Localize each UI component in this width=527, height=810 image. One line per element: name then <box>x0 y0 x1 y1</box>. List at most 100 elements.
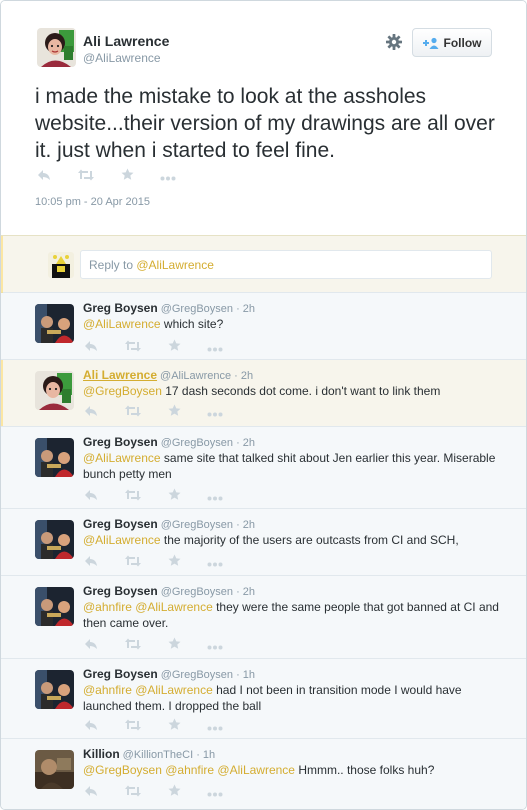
reply-actions <box>84 554 249 572</box>
retweet-icon[interactable] <box>124 718 142 736</box>
retweet-icon[interactable] <box>124 488 142 506</box>
reply-body: Hmmm.. those folks huh? <box>294 763 435 777</box>
reply-author-handle[interactable]: @GregBoysen <box>161 586 233 598</box>
reply-author-handle[interactable]: @GregBoysen <box>161 669 233 681</box>
reply-author-handle[interactable]: @GregBoysen <box>161 519 233 531</box>
main-tweet: Ali Lawrence @AliLawrence Follow i made … <box>1 1 526 235</box>
avatar[interactable] <box>35 750 74 789</box>
reply-icon[interactable] <box>84 718 98 736</box>
more-icon[interactable] <box>207 637 223 655</box>
reply-header: Ali Lawrence @AliLawrence · 2h <box>83 368 253 382</box>
reply-actions <box>84 404 249 422</box>
timestamp[interactable]: 10:05 pm - 20 Apr 2015 <box>35 196 150 208</box>
reply-icon[interactable] <box>37 168 51 186</box>
separator: · <box>193 749 203 761</box>
reply-text: @GregBoysen @ahnfire @AliLawrence Hmmm..… <box>83 762 503 778</box>
gear-icon[interactable] <box>385 33 403 51</box>
reply-mentions[interactable]: @AliLawrence <box>83 533 161 547</box>
separator: · <box>233 303 243 315</box>
reply-actions <box>84 784 249 802</box>
retweet-icon[interactable] <box>77 168 95 186</box>
reply-icon[interactable] <box>84 637 98 655</box>
replies-list: Greg Boysen @GregBoysen · 2h @AliLawrence… <box>1 293 526 809</box>
retweet-icon[interactable] <box>124 637 142 655</box>
author-name[interactable]: Ali Lawrence <box>83 33 169 49</box>
reply-author-name[interactable]: Greg Boysen <box>83 667 158 681</box>
reply-author-name[interactable]: Greg Boysen <box>83 584 158 598</box>
avatar[interactable] <box>35 520 74 559</box>
avatar[interactable] <box>37 28 76 67</box>
reply-mentions[interactable]: @ahnfire @AliLawrence <box>83 600 213 614</box>
reply-author-name[interactable]: Greg Boysen <box>83 435 158 449</box>
reply-time[interactable]: 2h <box>243 519 255 531</box>
favorite-icon[interactable] <box>168 404 181 422</box>
reply-mentions[interactable]: @AliLawrence <box>83 317 161 331</box>
reply-icon[interactable] <box>84 404 98 422</box>
more-icon[interactable] <box>160 168 176 186</box>
favorite-icon[interactable] <box>168 637 181 655</box>
reply-header: Greg Boysen @GregBoysen · 2h <box>83 517 255 531</box>
reply-icon[interactable] <box>84 488 98 506</box>
avatar[interactable] <box>35 587 74 626</box>
retweet-icon[interactable] <box>124 784 142 802</box>
reply-time[interactable]: 2h <box>241 370 253 382</box>
reply-header: Killion @KillionTheCI · 1h <box>83 747 215 761</box>
favorite-icon[interactable] <box>168 718 181 736</box>
avatar[interactable] <box>35 670 74 709</box>
reply-author-handle[interactable]: @AliLawrence <box>160 370 231 382</box>
retweet-icon[interactable] <box>124 339 142 357</box>
follow-button[interactable]: Follow <box>412 28 492 57</box>
more-icon[interactable] <box>207 554 223 572</box>
reply-mention: @AliLawrence <box>136 258 214 272</box>
reply-input[interactable]: Reply to @AliLawrence <box>80 250 492 279</box>
reply-time[interactable]: 2h <box>243 303 255 315</box>
favorite-icon[interactable] <box>168 488 181 506</box>
reply-compose: Reply to @AliLawrence <box>1 235 526 294</box>
favorite-icon[interactable] <box>121 168 134 186</box>
reply-text: @AliLawrence same site that talked shit … <box>83 450 503 482</box>
follow-person-icon <box>422 37 439 49</box>
favorite-icon[interactable] <box>168 339 181 357</box>
reply-author-name[interactable]: Killion <box>83 747 120 761</box>
reply-author-handle[interactable]: @GregBoysen <box>161 303 233 315</box>
list-item: Killion @KillionTheCI · 1h @GregBoysen @a… <box>1 739 526 809</box>
reply-time[interactable]: 2h <box>243 586 255 598</box>
favorite-icon[interactable] <box>168 784 181 802</box>
reply-time[interactable]: 2h <box>243 437 255 449</box>
reply-mentions[interactable]: @AliLawrence <box>83 451 161 465</box>
more-icon[interactable] <box>207 718 223 736</box>
avatar[interactable] <box>35 371 74 410</box>
reply-author-handle[interactable]: @KillionTheCI <box>123 749 193 761</box>
favorite-icon[interactable] <box>168 554 181 572</box>
reply-author-name[interactable]: Greg Boysen <box>83 517 158 531</box>
reply-mentions[interactable]: @GregBoysen @ahnfire @AliLawrence <box>83 763 295 777</box>
reply-time[interactable]: 1h <box>243 669 255 681</box>
reply-mentions[interactable]: @ahnfire @AliLawrence <box>83 683 213 697</box>
avatar[interactable] <box>35 304 74 343</box>
reply-icon[interactable] <box>84 339 98 357</box>
reply-icon[interactable] <box>84 554 98 572</box>
avatar[interactable] <box>35 438 74 477</box>
list-item: Greg Boysen @GregBoysen · 2h @ahnfire @Al… <box>1 576 526 659</box>
reply-author-handle[interactable]: @GregBoysen <box>161 437 233 449</box>
reply-text: @ahnfire @AliLawrence had I not been in … <box>83 682 503 714</box>
reply-text: @AliLawrence which site? <box>83 316 503 332</box>
follow-label: Follow <box>443 35 482 50</box>
reply-header: Greg Boysen @GregBoysen · 2h <box>83 301 255 315</box>
reply-text: @AliLawrence the majority of the users a… <box>83 532 503 548</box>
separator: · <box>233 519 243 531</box>
more-icon[interactable] <box>207 488 223 506</box>
more-icon[interactable] <box>207 339 223 357</box>
reply-author-name[interactable]: Greg Boysen <box>83 301 158 315</box>
retweet-icon[interactable] <box>124 404 142 422</box>
reply-time[interactable]: 1h <box>203 749 215 761</box>
separator: · <box>231 370 241 382</box>
reply-icon[interactable] <box>84 784 98 802</box>
retweet-icon[interactable] <box>124 554 142 572</box>
author-handle[interactable]: @AliLawrence <box>83 51 161 65</box>
more-icon[interactable] <box>207 784 223 802</box>
reply-mentions[interactable]: @GregBoysen <box>83 384 162 398</box>
tweet-embed: Ali Lawrence @AliLawrence Follow i made … <box>0 0 527 810</box>
reply-author-name[interactable]: Ali Lawrence <box>83 368 157 382</box>
more-icon[interactable] <box>207 404 223 422</box>
